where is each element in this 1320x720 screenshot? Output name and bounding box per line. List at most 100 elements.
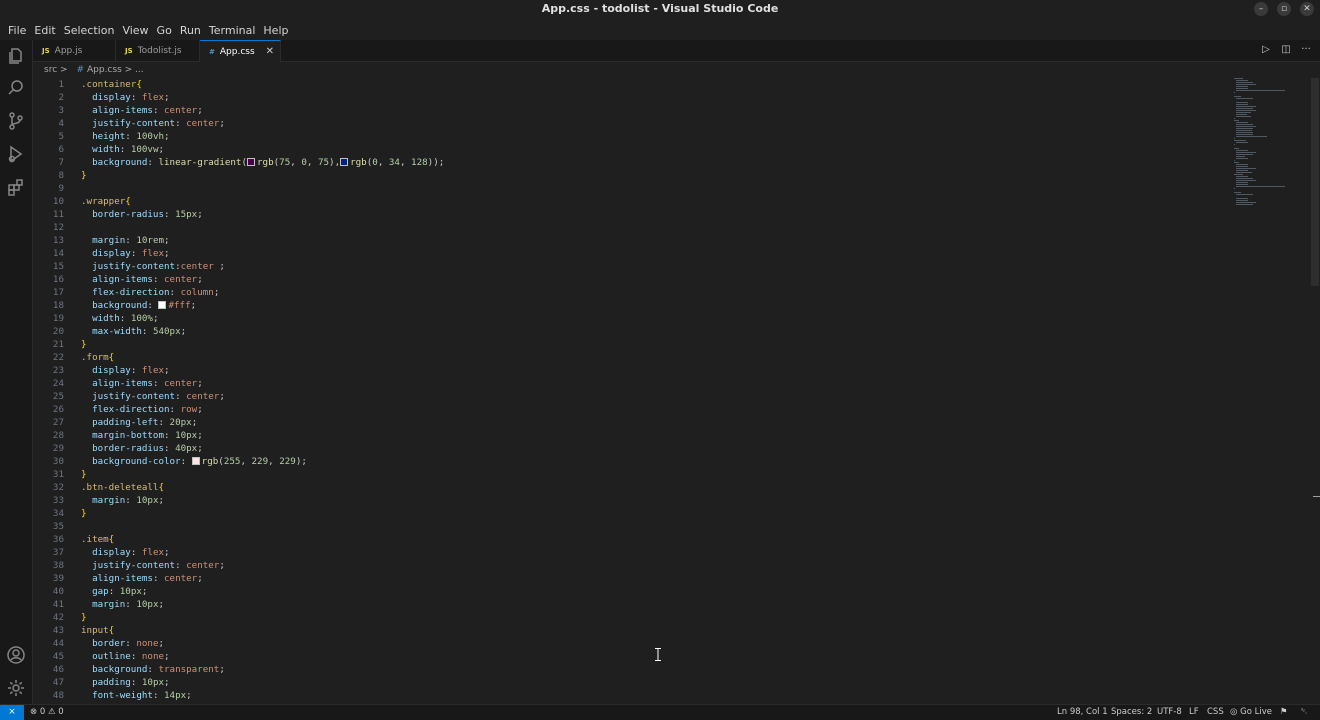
code-line[interactable]: 11 border-radius: 15px; [33,208,203,221]
code-line[interactable]: 34} [33,507,87,520]
code-line[interactable]: 25 justify-content: center; [33,390,225,403]
menu-file[interactable]: File [4,24,30,37]
code-line[interactable]: 9 [33,182,64,195]
code-line[interactable]: 28 margin-bottom: 10px; [33,429,203,442]
notifications-bell-icon[interactable]: ␇ [1301,705,1308,720]
code-line[interactable]: 43 input{ [33,624,114,637]
run-debug-icon[interactable] [6,144,26,164]
menu-selection[interactable]: Selection [60,24,119,37]
settings-gear-icon[interactable] [6,678,26,698]
close-tab-icon[interactable]: ✕ [266,41,274,63]
line-number: 16 [52,274,64,285]
end-of-line[interactable]: LF [1189,705,1199,720]
code-line[interactable]: 20 max-width: 540px; [33,325,186,338]
code-line[interactable]: 38 justify-content: center; [33,559,225,572]
scrollbar-thumb[interactable] [1311,78,1319,286]
code-text: justify-content: center; [92,560,225,571]
color-swatch[interactable] [247,158,256,166]
account-icon[interactable] [6,645,26,665]
extensions-icon[interactable] [6,177,26,197]
code-line[interactable]: 16 align-items: center; [33,273,203,286]
restore-button[interactable]: ▫ [1277,2,1291,16]
close-window-button[interactable]: ✕ [1300,2,1314,16]
code-line[interactable]: 46 background: transparent; [33,663,225,676]
go-live-button[interactable]: ◎ Go Live [1230,705,1272,720]
color-swatch[interactable] [340,158,349,166]
code-line[interactable]: 30 background-color: rgb(255, 229, 229); [33,455,307,468]
minimap-line [1235,180,1257,181]
code-line[interactable]: 12 [33,221,64,234]
code-line[interactable]: 35 [33,520,64,533]
split-editor-icon[interactable]: ◫ [1280,44,1292,55]
code-text: padding-left: 20px; [92,417,198,428]
code-line[interactable]: 5 height: 100vh; [33,130,169,143]
code-line[interactable]: 18 background: #fff; [33,299,196,312]
code-line[interactable]: 26 flex-direction: row; [33,403,203,416]
code-line[interactable]: 41 margin: 10px; [33,598,164,611]
code-line[interactable]: 33 margin: 10px; [33,494,164,507]
code-line[interactable]: 24 align-items: center; [33,377,203,390]
editor-scrollbar[interactable] [1310,78,1320,704]
feedback-icon[interactable]: ⚑ [1280,705,1288,720]
code-line[interactable]: 27 padding-left: 20px; [33,416,197,429]
menu-run[interactable]: Run [176,24,205,37]
code-line[interactable]: 32 .btn-deleteall{ [33,481,164,494]
code-line[interactable]: 31} [33,468,87,481]
code-line[interactable]: 19 width: 100%; [33,312,159,325]
code-line[interactable]: 42} [33,611,87,624]
code-line[interactable]: 36 .item{ [33,533,114,546]
menu-terminal[interactable]: Terminal [205,24,260,37]
problems-indicator[interactable]: ⊗ 0 ⚠ 0 [30,705,64,720]
breadcrumb-folder[interactable]: src [44,65,57,75]
minimap[interactable] [1232,78,1310,218]
tab-app-css[interactable]: # App.css ✕ [200,40,281,63]
breadcrumb-file[interactable]: App.css [87,65,122,75]
menu-go[interactable]: Go [153,24,176,37]
line-number: 4 [58,118,64,129]
menu-edit[interactable]: Edit [30,24,59,37]
code-line[interactable]: 10 .wrapper{ [33,195,131,208]
more-actions-icon[interactable]: ··· [1300,44,1312,55]
code-line[interactable]: 47 padding: 10px; [33,676,170,689]
remote-icon[interactable]: ⨯ [0,705,24,720]
minimize-button[interactable]: – [1254,2,1268,16]
encoding[interactable]: UTF-8 [1157,705,1182,720]
code-line[interactable]: 39 align-items: center; [33,572,203,585]
code-line[interactable]: 21} [33,338,87,351]
run-icon[interactable]: ▷ [1260,44,1272,55]
breadcrumb-tail[interactable]: > ... [125,65,144,75]
code-line[interactable]: 7 background: linear-gradient(rgb(75, 0,… [33,156,444,169]
code-line[interactable]: 48 font-weight: 14px; [33,689,192,702]
code-line[interactable]: 23 display: flex; [33,364,170,377]
code-line[interactable]: 44 border: none; [33,637,164,650]
code-editor[interactable]: 1 .container{2 display: flex; 3 align-item… [33,78,1310,704]
code-line[interactable]: 8} [33,169,86,182]
minimap-line [1235,154,1254,155]
code-line[interactable]: 6 width: 100vw; [33,143,164,156]
code-line[interactable]: 17 flex-direction: column; [33,286,219,299]
code-line[interactable]: 3 align-items: center; [33,104,202,117]
code-line[interactable]: 29 border-radius: 40px; [33,442,203,455]
code-line[interactable]: 2 display: flex; [33,91,169,104]
code-line[interactable]: 37 display: flex; [33,546,170,559]
search-icon[interactable] [6,78,26,98]
color-swatch[interactable] [191,457,200,465]
language-mode[interactable]: CSS [1207,705,1224,720]
code-line[interactable]: 15 justify-content:center ; [33,260,225,273]
cursor-position[interactable]: Ln 98, Col 1 [1057,705,1108,720]
code-line[interactable]: 45 outline: none; [33,650,170,663]
code-line[interactable]: 13 margin: 10rem; [33,234,170,247]
code-line[interactable]: 40 gap: 10px; [33,585,148,598]
code-line[interactable]: 14 display: flex; [33,247,170,260]
tab-app-js[interactable]: JS App.js [33,40,116,62]
source-control-icon[interactable] [6,111,26,131]
code-line[interactable]: 4 justify-content: center; [33,117,224,130]
code-line[interactable]: 22 .form{ [33,351,114,364]
menu-view[interactable]: View [118,24,152,37]
code-line[interactable]: 1 .container{ [33,78,141,91]
menu-help[interactable]: Help [259,24,292,37]
tab-todolist-js[interactable]: JS Todolist.js [116,40,200,62]
explorer-icon[interactable] [6,46,26,66]
color-swatch[interactable] [158,301,167,309]
indentation[interactable]: Spaces: 2 [1111,705,1152,720]
